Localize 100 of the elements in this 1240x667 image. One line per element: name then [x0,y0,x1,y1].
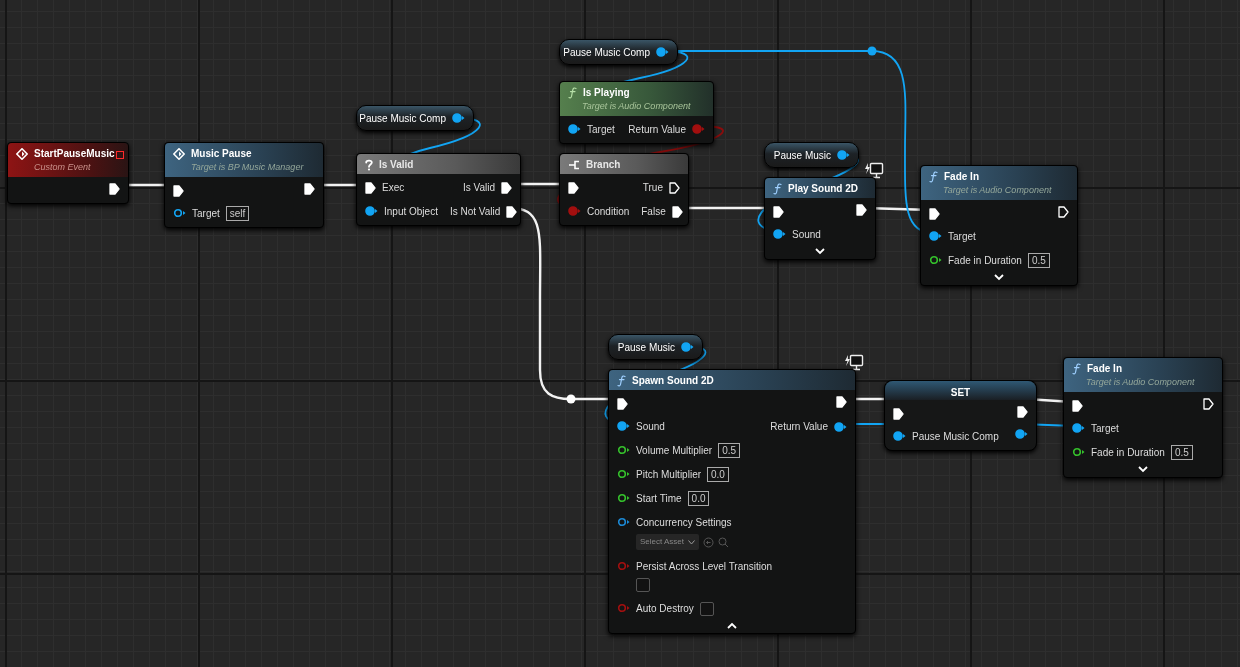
asset-dropdown[interactable]: Select Asset [636,534,700,550]
checkbox[interactable] [636,578,650,592]
expand-chevron-icon[interactable] [815,248,825,255]
value-field[interactable]: self [225,205,250,221]
pin-ring-icon[interactable] [617,517,630,527]
pin-dot-icon[interactable] [1015,429,1028,439]
value-field[interactable]: 0.5 [1027,252,1050,268]
event-node[interactable]: StartPauseMusic Custom Event [7,142,129,204]
exec-pin-icon[interactable] [568,182,579,194]
pin-label: Input Object [384,205,438,219]
node-title: Play Sound 2D [788,182,858,196]
value-field[interactable]: 0.5 [1170,444,1193,460]
exec-pin-icon[interactable] [173,184,184,197]
expand-chevron-icon[interactable] [1138,465,1148,473]
pin-label: Sound [792,228,821,242]
exec-pin-icon[interactable] [856,204,867,216]
pin-ring-icon[interactable] [617,445,630,455]
pin-dot-icon[interactable] [365,206,378,216]
variable-node[interactable]: Pause Music Comp [356,105,474,131]
exec-pin-icon[interactable] [773,206,784,218]
variable-node[interactable]: Pause Music [608,334,703,360]
exec-pin-icon[interactable] [617,398,628,410]
exec-pin-icon[interactable] [501,181,512,194]
exec-pin-icon[interactable] [671,205,683,218]
node-subtitle: Target is Audio Component [581,100,692,113]
pin-ring-icon[interactable] [173,207,186,218]
pin-dot-icon[interactable] [452,113,465,123]
variable-node[interactable]: Pause Music [764,142,859,168]
node-title: Spawn Sound 2D [632,374,714,388]
exec-pin-outline-icon[interactable] [1203,397,1214,410]
function-icon [1072,362,1081,375]
exec-pin-icon[interactable] [1072,399,1083,412]
pin-dot-icon[interactable] [1072,422,1085,433]
value-field[interactable]: 0.0 [687,491,710,506]
pin-label: False [641,205,666,219]
exec-pin-icon[interactable] [929,207,940,220]
diamond-icon [173,147,185,160]
pin-label: Condition [587,205,630,219]
pin-dot-icon[interactable] [837,150,850,160]
function-node[interactable]: Play Sound 2D Sound [764,177,876,260]
pin-dot-icon[interactable] [617,421,630,431]
variable-node[interactable]: Pause Music Comp [559,39,678,65]
pin-dot-icon[interactable] [773,229,786,239]
pin-label: Pause Music Comp [912,430,999,444]
pin-dot-icon[interactable] [834,421,847,432]
exec-pin-outline-icon[interactable] [669,181,680,194]
diamond-icon [16,147,28,160]
node-subtitle: Target is Audio Component [1085,376,1196,389]
pin-label: Return Value [770,420,828,434]
reroute-knot[interactable] [566,394,576,404]
function-icon [568,86,577,99]
exec-pin-icon[interactable] [304,182,315,195]
function-icon [929,170,938,183]
function-icon [773,182,782,195]
pin-ring-icon[interactable] [1072,446,1085,457]
exec-pin-icon[interactable] [109,182,120,195]
expand-chevron-icon[interactable] [994,273,1004,281]
macro-node[interactable]: Branch True Condition False [559,153,689,226]
node-title: Fade In [1087,362,1122,376]
pin-label: Target [587,122,615,137]
exec-pin-outline-icon[interactable] [1058,205,1069,218]
function-node[interactable]: Fade In Target is Audio Component Target Fade in Duration 0.5 [920,165,1078,286]
function-node[interactable]: Is Playing Target is Audio Component Target Return Value [559,81,714,144]
pin-dot-icon[interactable] [681,342,694,352]
pin-label: Concurrency Settings [636,516,732,530]
pin-dot-icon[interactable] [929,230,942,241]
pin-dot-icon[interactable] [568,206,581,216]
node-title: Music Pause [191,147,252,161]
pin-dot-icon[interactable] [692,124,705,134]
exec-pin-icon[interactable] [836,396,847,408]
node-title: Fade In [944,170,979,184]
pin-dot-icon[interactable] [568,123,581,134]
function-node[interactable]: Fade In Target is Audio Component Target Fade in Duration 0.5 [1063,357,1223,478]
exec-pin-icon[interactable] [365,182,376,194]
macro-node[interactable]: Is Valid Exec Is Valid Input Object Is Not Valid [356,153,521,226]
pin-dot-icon[interactable] [656,47,669,57]
pin-ring-icon[interactable] [617,493,630,503]
variable-name: Pause Music Comp [359,111,446,126]
exec-pin-icon[interactable] [506,205,518,218]
branch-icon [568,158,580,171]
browse-icon[interactable] [703,536,715,548]
pin-ring-icon[interactable] [617,469,630,479]
pin-label: Target [1091,421,1119,436]
checkbox[interactable] [699,601,714,616]
pin-label: Persist Across Level Transition [636,560,773,574]
exec-pin-icon[interactable] [893,408,904,420]
delegate-pin-icon[interactable] [116,151,124,159]
caret-icon [688,539,696,545]
collapse-chevron-icon[interactable] [727,622,737,629]
question-icon [365,158,373,171]
function-node[interactable]: Music Pause Target is BP Music Manager Target self [164,142,324,228]
pin-label: True [642,181,663,195]
set-node[interactable]: SET Pause Music Comp [884,380,1037,451]
pin-dot-icon[interactable] [893,431,906,441]
pin-ring-icon[interactable] [929,254,942,265]
value-field[interactable]: 0.5 [718,443,741,458]
value-field[interactable]: 0.0 [707,467,729,482]
exec-pin-icon[interactable] [1017,406,1028,418]
pin-label: Pitch Multiplier [636,468,702,482]
function-node[interactable]: Spawn Sound 2D Sound Return Value Volume Multiplier 0.5 Pitch Multiplier 0.0 Start Time 0.0 Concurrency Settings Select Asset Persist Across Level Transition Auto Destroy [608,369,856,634]
